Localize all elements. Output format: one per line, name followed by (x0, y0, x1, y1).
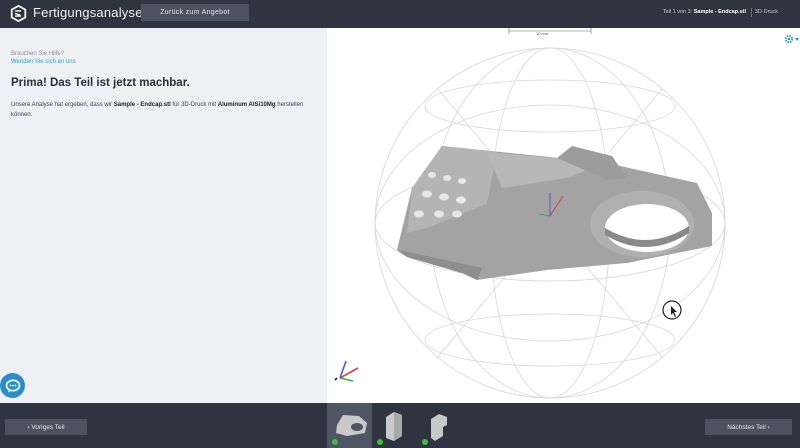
desc-part-name: Sample - Endcap.stl (113, 102, 171, 108)
part-thumbnail-3[interactable] (417, 403, 462, 448)
desc-text-2: für 3D-Druck mit (170, 102, 218, 108)
scale-bar (508, 28, 592, 34)
part-thumbnail-1[interactable] (327, 403, 372, 448)
result-description: Unsere Analyse hat ergeben, dass wir Sam… (11, 100, 311, 120)
axis-triad (334, 360, 359, 382)
scale-label: 10 mm (536, 31, 549, 36)
status-ok-dot (377, 439, 383, 445)
desc-material: Aluminum AlSi10Mg (217, 102, 276, 108)
desc-text-1: Unsere Analyse hat ergeben, dass wir (11, 102, 114, 108)
gear-icon (784, 34, 799, 44)
top-bar: Fertigungsanalyse Zurück zum Angebot Tei… (0, 0, 800, 28)
next-part-button[interactable]: Nächstes Teil › (705, 419, 792, 435)
viewer-canvas[interactable] (327, 28, 800, 403)
result-headline: Prima! Das Teil ist jetzt machbar. (11, 77, 190, 89)
status-ok-dot (332, 439, 338, 445)
rotate-cursor (662, 300, 682, 320)
chat-bubble-icon (5, 379, 20, 392)
help-question: Brauchen Sie Hilfe? (11, 51, 65, 57)
part-model (397, 146, 712, 280)
view-settings-button[interactable] (784, 31, 800, 44)
previous-part-button[interactable]: ‹ Voriges Teil (5, 419, 87, 435)
part-thumbnail-2[interactable] (372, 403, 417, 448)
contact-link[interactable]: Wenden Sie sich an uns (11, 59, 76, 65)
status-ok-dot (422, 439, 428, 445)
part-name: Sample - Endcap.stl (693, 9, 746, 15)
analysis-panel: Brauchen Sie Hilfe? Wenden Sie sich an u… (0, 28, 327, 403)
part-navigation-bar: ‹ Voriges Teil Nächstes Teil › (0, 403, 800, 448)
process-label: 3D-Druck (754, 9, 778, 15)
part-counter-label: Teil 1 von 3: (662, 9, 693, 15)
hexagon-logo-icon (10, 5, 27, 22)
3d-viewer[interactable]: 10 mm (327, 28, 800, 403)
app-title: Fertigungsanalyse (33, 5, 143, 20)
chat-button[interactable] (0, 373, 25, 398)
back-to-quote-button[interactable]: Zurück zum Angebot (141, 4, 249, 21)
header-divider (751, 8, 752, 17)
part-counter: Teil 1 von 3: Sample - Endcap.stl (663, 9, 746, 15)
